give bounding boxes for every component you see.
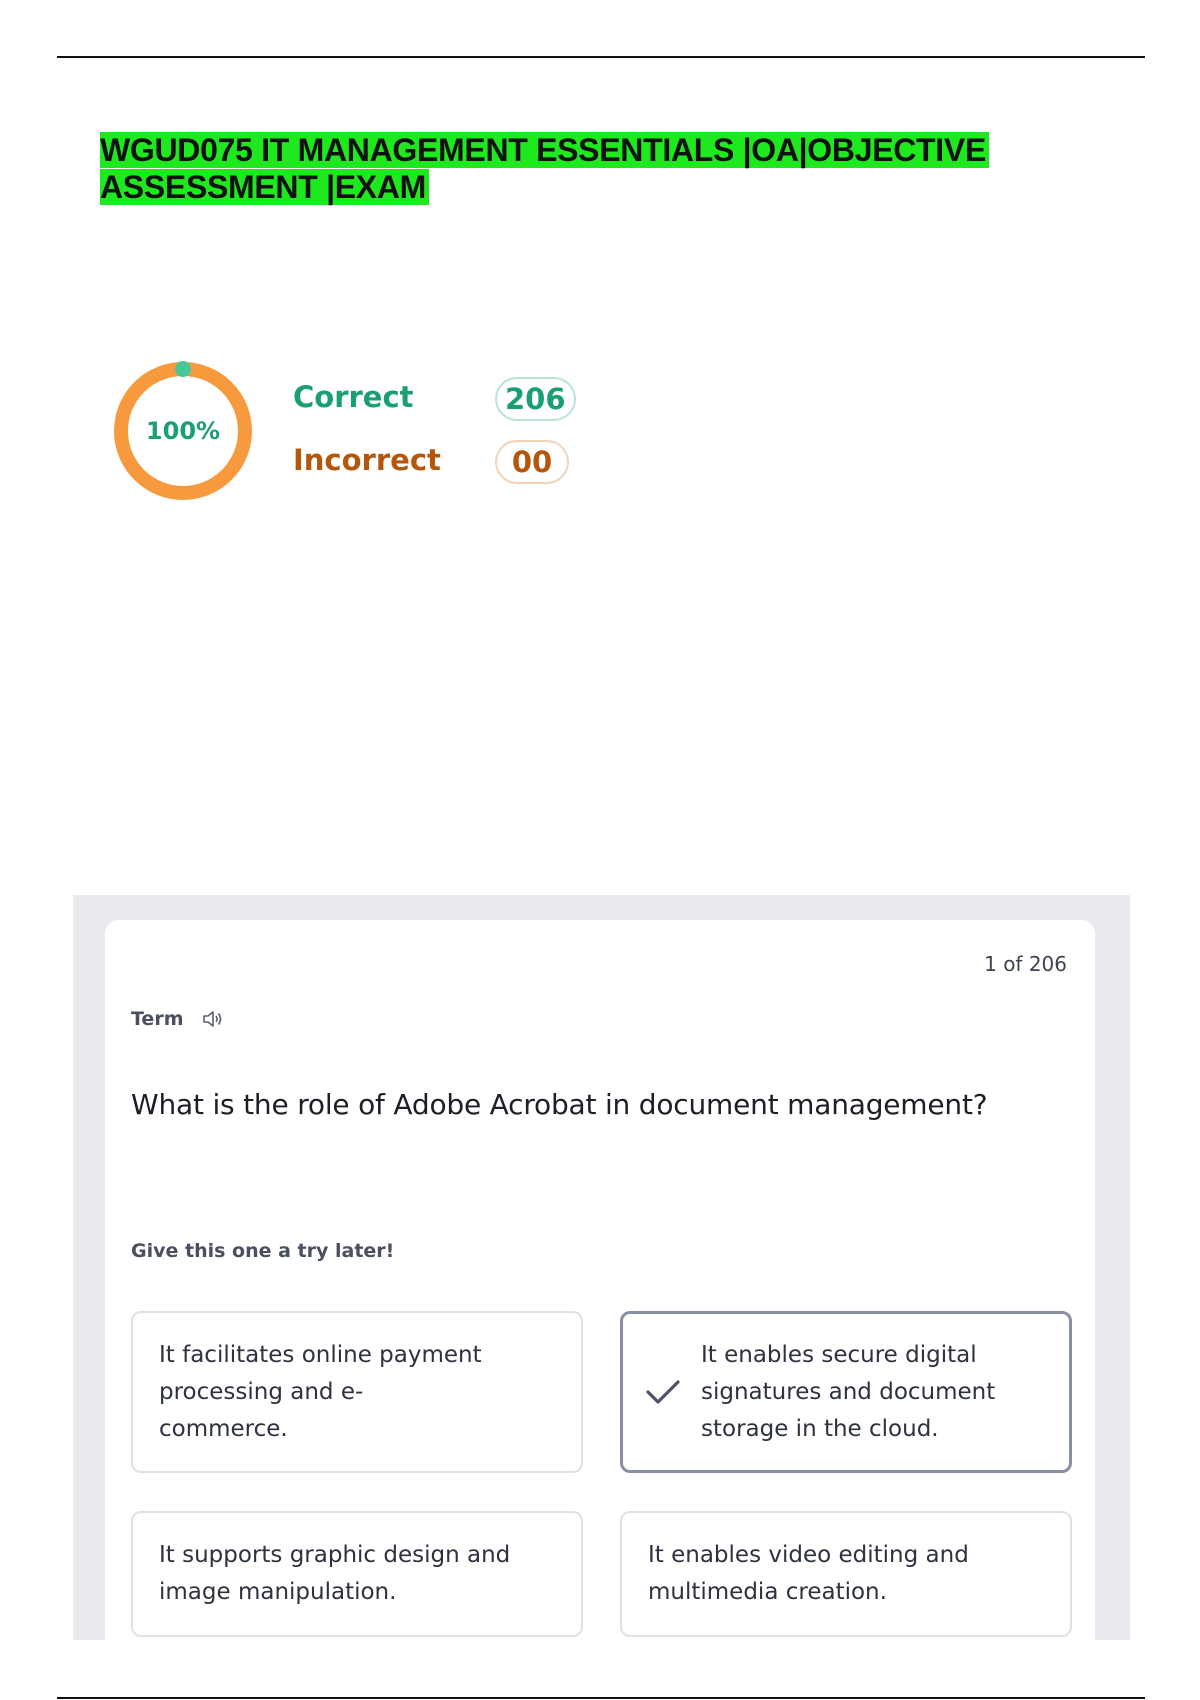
answer-option-4[interactable]: It enables video editing and multimedia … — [620, 1511, 1072, 1637]
check-icon — [646, 1380, 680, 1404]
document-title: WGUD075 IT MANAGEMENT ESSENTIALS |OA|OBJ… — [100, 132, 1100, 206]
answer-option-text: It supports graphic design and image man… — [159, 1542, 511, 1605]
speaker-icon[interactable] — [202, 1009, 224, 1029]
page-bottom-margin — [0, 1640, 1200, 1697]
answer-option-1[interactable]: It facilitates online payment processing… — [131, 1311, 583, 1473]
question-text: What is the role of Adobe Acrobat in doc… — [131, 1088, 988, 1121]
incorrect-count-badge: 00 — [495, 440, 569, 484]
answer-option-text: It facilitates online payment processing… — [159, 1341, 482, 1442]
term-label: Term — [131, 1008, 184, 1030]
flashcard: 1 of 206 Term What is the role of Adobe … — [105, 920, 1095, 1700]
incorrect-label: Incorrect — [293, 443, 441, 477]
answer-option-3[interactable]: It supports graphic design and image man… — [131, 1511, 583, 1637]
document-title-line1: WGUD075 IT MANAGEMENT ESSENTIALS |OA|OBJ… — [100, 132, 989, 168]
document-title-line2: ASSESSMENT |EXAM — [100, 169, 429, 205]
top-rule — [57, 56, 1145, 58]
correct-count-badge: 206 — [495, 377, 576, 421]
answer-option-text: It enables secure digital signatures and… — [701, 1341, 996, 1442]
answer-option-2[interactable]: It enables secure digital signatures and… — [620, 1311, 1072, 1473]
bottom-rule — [57, 1697, 1145, 1699]
correct-label: Correct — [293, 380, 414, 414]
term-header: Term — [131, 1008, 224, 1030]
card-counter: 1 of 206 — [984, 952, 1067, 976]
answer-option-text: It enables video editing and multimedia … — [648, 1542, 969, 1605]
score-percent: 100% — [145, 417, 221, 445]
try-later-link[interactable]: Give this one a try later! — [131, 1240, 394, 1262]
